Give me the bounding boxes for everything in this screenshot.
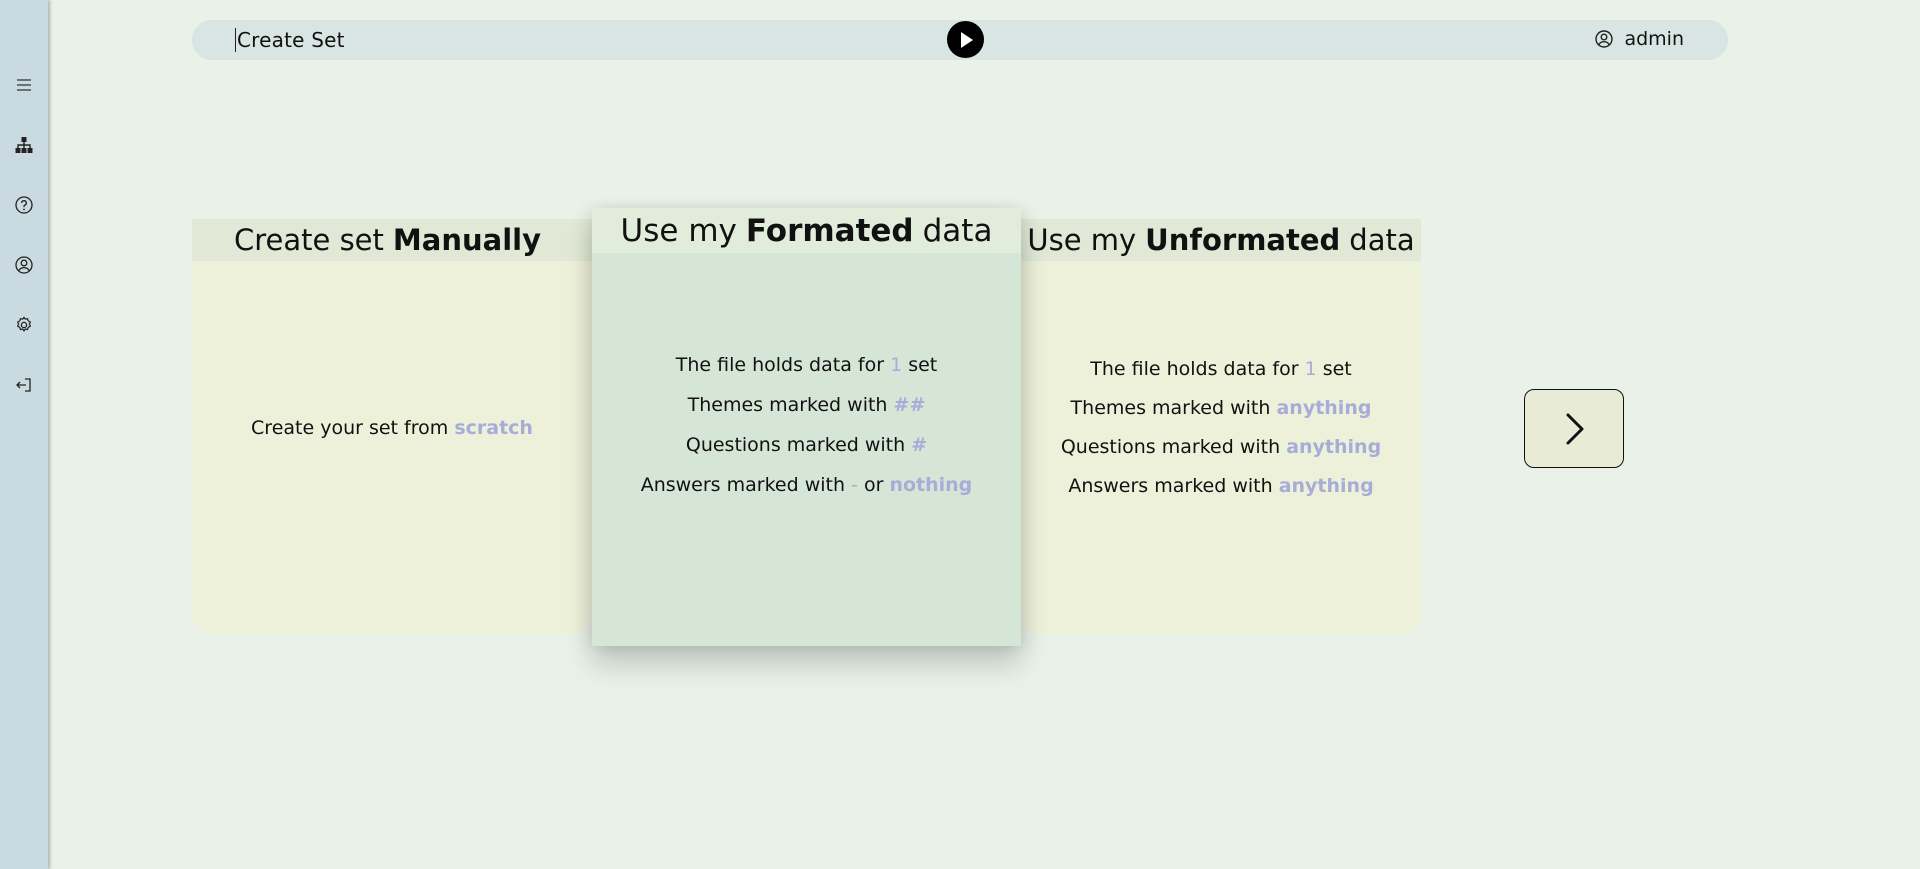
highlight-text: anything (1286, 436, 1382, 458)
card-title: Create set Manually (192, 219, 592, 261)
card-title: Use my Formated data (592, 208, 1021, 253)
description-line-questions: Questions marked with # (686, 434, 927, 456)
description-line-themes: Themes marked with anything (1071, 397, 1372, 419)
card-title-suffix: data (922, 212, 993, 249)
highlight-text: anything (1276, 397, 1372, 419)
highlight-text: anything (1278, 475, 1374, 497)
description-text: The file holds data for (1090, 358, 1299, 380)
highlight-text: - (851, 474, 858, 496)
play-button[interactable] (947, 21, 984, 58)
card-description: The file holds data for 1 set Themes mar… (592, 354, 1021, 496)
card-description: Create your set from scratch (192, 417, 592, 439)
highlight-text: 1 (1304, 358, 1317, 380)
card-title-bold: Manually (392, 223, 541, 257)
highlight-text: ## (893, 394, 926, 416)
highlight-text: scratch (454, 417, 533, 439)
description-line-sets: The file holds data for 1 set (1090, 358, 1352, 380)
play-icon (960, 31, 973, 48)
description-line-themes: Themes marked with ## (688, 394, 926, 416)
description-line-sets: The file holds data for 1 set (676, 354, 938, 376)
description-line-questions: Questions marked with anything (1061, 436, 1381, 458)
card-title-bold: Formated (745, 212, 914, 249)
description-text: or (863, 474, 884, 496)
help-icon[interactable] (12, 193, 36, 217)
next-button[interactable] (1524, 389, 1624, 468)
description-line: Create your set from scratch (251, 417, 533, 439)
sidebar (0, 0, 48, 869)
top-bar: Create Set admin (192, 20, 1728, 60)
card-title: Use my Unformated data (1021, 219, 1421, 261)
card-title-prefix: Use my (620, 212, 737, 249)
card-title-suffix: data (1349, 223, 1415, 257)
user-menu[interactable]: admin (1594, 28, 1684, 50)
description-line-answers: Answers marked with - or nothing (641, 474, 973, 496)
description-text: set (1322, 358, 1352, 380)
card-formatted-data[interactable]: Use my Formated data The file holds data f… (592, 208, 1021, 646)
card-title-bold: Unformated (1145, 223, 1341, 257)
user-name: admin (1624, 28, 1684, 50)
description-text: Questions marked with (685, 434, 906, 456)
highlight-text: nothing (889, 474, 973, 496)
sitemap-icon[interactable] (12, 133, 36, 157)
highlight-text: 1 (890, 354, 903, 376)
card-title-prefix: Create set (234, 223, 384, 257)
chevron-right-icon (1566, 413, 1584, 444)
description-text: Answers marked with (640, 474, 846, 496)
description-line-answers: Answers marked with anything (1068, 475, 1373, 497)
gear-icon[interactable] (12, 313, 36, 337)
description-text: Questions marked with (1060, 436, 1281, 458)
description-text: Create your set from (251, 417, 449, 439)
description-text: Answers marked with (1068, 475, 1273, 497)
user-circle-icon[interactable] (12, 253, 36, 277)
description-text: The file holds data for (675, 354, 885, 376)
menu-icon[interactable] (12, 73, 36, 97)
card-title-prefix: Use my (1027, 223, 1137, 257)
description-text: Themes marked with (1070, 397, 1271, 419)
card-description: The file holds data for 1 set Themes mar… (1021, 358, 1421, 497)
description-text: Themes marked with (687, 394, 888, 416)
page-title-input[interactable]: Create Set (235, 28, 345, 52)
user-icon (1595, 30, 1614, 48)
card-create-manually[interactable]: Create set Manually Create your set from … (192, 219, 592, 635)
card-unformatted-data[interactable]: Use my Unformated data The file holds data… (1021, 219, 1421, 635)
logout-icon[interactable] (12, 373, 36, 397)
description-text: set (908, 354, 938, 376)
highlight-text: # (911, 434, 928, 456)
